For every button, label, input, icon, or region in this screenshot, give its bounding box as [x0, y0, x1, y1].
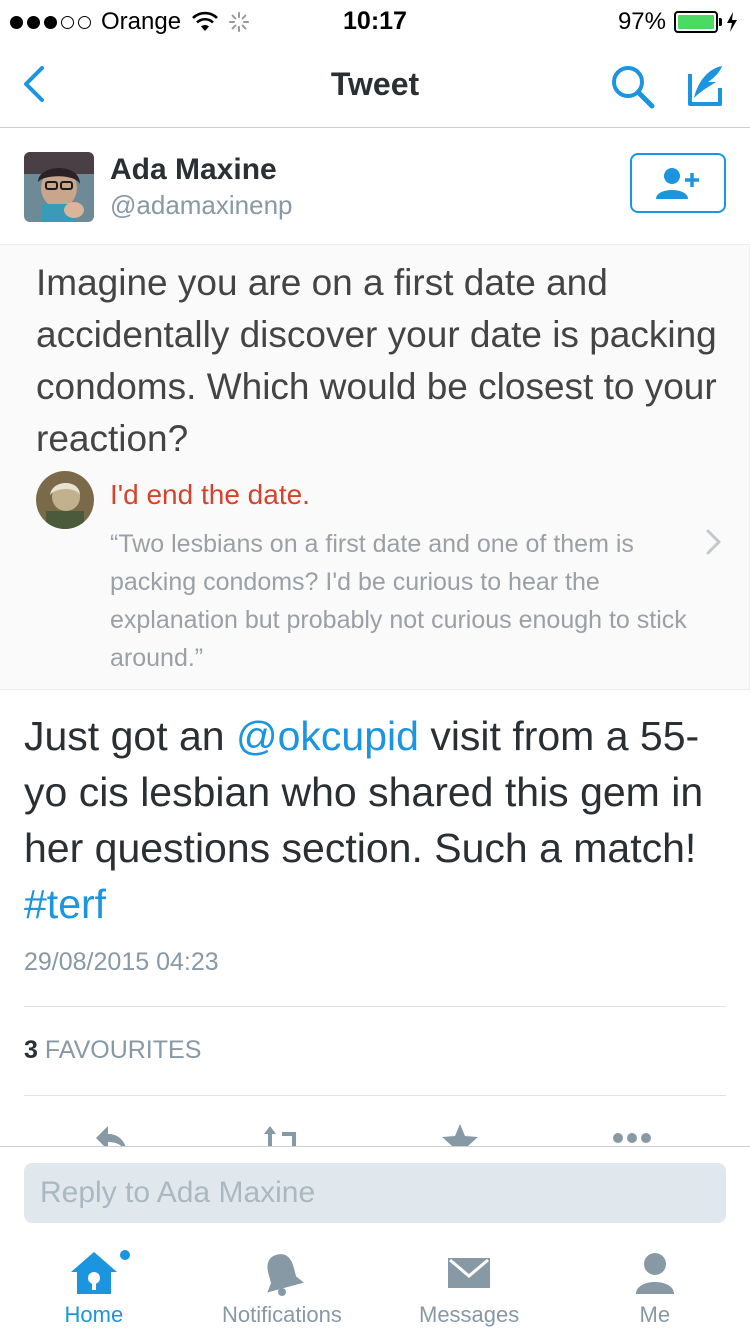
add-user-icon	[656, 168, 699, 199]
navigation-bar: Tweet	[0, 42, 750, 128]
tab-messages[interactable]: Messages	[404, 1236, 534, 1334]
divider	[24, 1006, 726, 1007]
battery-icon	[674, 11, 722, 33]
tweet-actions	[0, 1122, 750, 1146]
compose-icon[interactable]	[680, 60, 730, 110]
hashtag-link[interactable]: #terf	[24, 881, 106, 927]
tab-label: Me	[639, 1302, 671, 1327]
person-icon	[636, 1253, 674, 1294]
status-right: 97%	[618, 8, 738, 36]
search-icon[interactable]	[608, 62, 658, 112]
favourites-stat[interactable]: 3 FAVOURITES	[24, 1036, 201, 1065]
battery-percent: 97%	[617, 8, 666, 35]
follow-button[interactable]	[630, 153, 726, 213]
tweet-text-part: Just got an	[24, 713, 236, 759]
tab-me[interactable]: Me	[610, 1236, 700, 1334]
chevron-right-icon	[706, 529, 721, 555]
image-quote-text: “Two lesbians on a first date and one of…	[110, 530, 687, 672]
envelope-icon	[448, 1258, 490, 1288]
home-icon	[71, 1252, 117, 1294]
tweet-image[interactable]: Imagine you are on a first date and acci…	[0, 244, 750, 690]
favourites-count: 3	[24, 1036, 38, 1064]
charging-icon	[727, 12, 737, 32]
author-name[interactable]: Ada Maxine	[110, 153, 277, 187]
mention-link[interactable]: @okcupid	[236, 713, 419, 759]
responder-avatar	[36, 471, 94, 529]
avatar-image	[24, 152, 94, 222]
reply-icon[interactable]	[92, 1122, 132, 1146]
image-question-text: Imagine you are on a first date and acci…	[36, 262, 717, 459]
unread-dot	[120, 1250, 130, 1260]
author-handle[interactable]: @adamaxinenp	[110, 190, 293, 221]
tab-notifications[interactable]: Notifications	[212, 1236, 352, 1334]
star-icon[interactable]	[440, 1122, 480, 1146]
tab-label: Notifications	[222, 1302, 342, 1327]
image-answer-text: I'd end the date.	[110, 479, 310, 510]
more-icon[interactable]	[612, 1122, 652, 1146]
reply-input[interactable]	[24, 1163, 726, 1223]
author-avatar[interactable]	[24, 152, 94, 222]
divider	[24, 1095, 726, 1096]
tweet-text: Just got an @okcupid visit from a 55-yo …	[24, 708, 724, 932]
retweet-icon[interactable]	[262, 1122, 302, 1146]
favourites-label: FAVOURITES	[44, 1036, 202, 1064]
tab-bar: Home Notifications Messages Me	[0, 1236, 750, 1334]
tweet-timestamp: 29/08/2015 04:23	[24, 948, 219, 976]
tab-label: Messages	[419, 1302, 520, 1327]
bell-icon	[267, 1254, 304, 1296]
reply-bar	[0, 1146, 750, 1236]
tab-label: Home	[64, 1302, 124, 1327]
status-bar: Orange 10:17 97%	[0, 0, 750, 42]
chevron-left-icon[interactable]	[14, 62, 54, 106]
tab-home[interactable]: Home	[44, 1236, 144, 1334]
